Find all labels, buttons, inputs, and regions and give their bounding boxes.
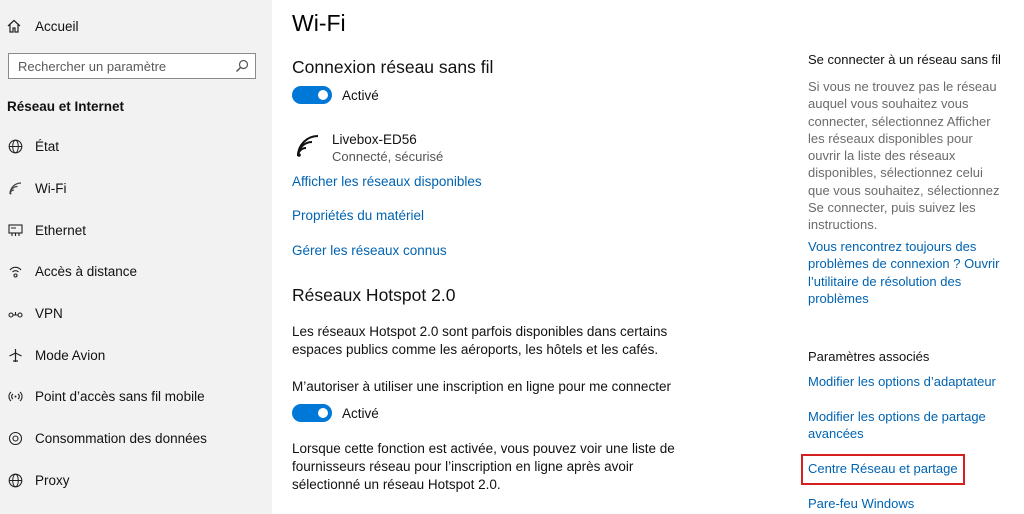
network-name: Livebox-ED56 — [332, 132, 417, 147]
main-content: Wi-Fi Connexion réseau sans fil Activé L… — [292, 0, 772, 514]
sidebar-item-label: Accès à distance — [35, 264, 138, 280]
hotspot-toggle-label: Activé — [342, 405, 379, 421]
hardware-properties-link[interactable]: Propriétés du matériel — [292, 208, 424, 223]
sidebar-item-label: Wi-Fi — [35, 181, 67, 197]
sharing-options-link[interactable]: Modifier les options de partage avancées — [808, 408, 998, 443]
wifi-signal-icon — [295, 128, 325, 164]
hotspot-icon — [7, 389, 23, 405]
home-icon — [7, 19, 21, 33]
sidebar-item-point-acces[interactable]: Point d’accès sans fil mobile — [0, 376, 272, 418]
globe-icon — [7, 139, 23, 155]
hotspot-description: Les réseaux Hotspot 2.0 sont parfois dis… — [292, 324, 668, 357]
home-nav-item[interactable]: Accueil — [7, 16, 79, 36]
sidebar-item-acces-distance[interactable]: Accès à distance — [0, 251, 272, 293]
sidebar-item-vpn[interactable]: VPN — [0, 293, 272, 335]
vpn-icon — [7, 306, 23, 322]
wireless-toggle-row: Activé — [292, 86, 379, 104]
sidebar-item-wifi[interactable]: Wi-Fi — [0, 168, 272, 210]
troubleshoot-link[interactable]: Vous rencontrez toujours des problèmes d… — [808, 238, 1008, 307]
sidebar-item-label: Mode Avion — [35, 347, 106, 363]
search-input[interactable] — [18, 57, 223, 75]
data-usage-icon — [7, 431, 23, 447]
hotspot-toggle[interactable] — [292, 404, 332, 422]
wireless-toggle-label: Activé — [342, 87, 379, 103]
home-label: Accueil — [35, 18, 79, 34]
hotspot-heading: Réseaux Hotspot 2.0 — [292, 285, 456, 305]
windows-firewall-link[interactable]: Pare-feu Windows — [808, 495, 1008, 512]
sidebar-item-ethernet[interactable]: Ethernet — [0, 209, 272, 251]
sidebar-item-etat[interactable]: État — [0, 126, 272, 168]
ethernet-icon — [7, 222, 23, 238]
sidebar-item-mode-avion[interactable]: Mode Avion — [0, 334, 272, 376]
adapter-options-link[interactable]: Modifier les options d’adaptateur — [808, 373, 1008, 390]
wireless-heading: Connexion réseau sans fil — [292, 57, 494, 77]
hotspot-toggle-row: Activé — [292, 404, 379, 422]
network-status: Connecté, sécurisé — [332, 149, 444, 164]
airplane-icon — [7, 347, 23, 363]
sidebar-item-label: Ethernet — [35, 222, 87, 238]
sidebar-nav: État Wi-Fi Ethernet Accès à distance VPN… — [0, 126, 272, 501]
related-settings-title: Paramètres associés — [808, 349, 930, 364]
settings-sidebar: Accueil Réseau et Internet État Wi-Fi Et… — [0, 0, 272, 514]
settings-search-box[interactable] — [8, 53, 256, 79]
connect-help-title: Se connecter à un réseau sans fil — [808, 52, 1001, 67]
sidebar-item-proxy[interactable]: Proxy — [0, 460, 272, 502]
sidebar-item-label: État — [35, 139, 60, 155]
wireless-toggle[interactable] — [292, 86, 332, 104]
connected-network[interactable]: Livebox-ED56 Connecté, sécurisé — [295, 128, 443, 165]
sidebar-item-label: Consommation des données — [35, 431, 207, 447]
page-title: Wi-Fi — [292, 10, 346, 36]
hotspot-note: Lorsque cette fonction est activée, vous… — [292, 441, 675, 492]
connect-help-text: Si vous ne trouvez pas le réseau auquel … — [808, 79, 1000, 233]
dial-up-icon — [7, 264, 23, 280]
manage-known-networks-link[interactable]: Gérer les réseaux connus — [292, 243, 447, 258]
sidebar-item-label: Proxy — [35, 472, 70, 488]
search-icon[interactable] — [235, 59, 249, 73]
sidebar-item-label: VPN — [35, 306, 63, 322]
show-networks-link[interactable]: Afficher les réseaux disponibles — [292, 174, 482, 189]
wifi-icon — [7, 181, 23, 197]
sidebar-item-consommation[interactable]: Consommation des données — [0, 418, 272, 460]
globe-icon — [7, 472, 23, 488]
section-title: Réseau et Internet — [7, 99, 125, 114]
hotspot-option-label: M’autoriser à utiliser une inscription e… — [292, 379, 671, 394]
sidebar-item-label: Point d’accès sans fil mobile — [35, 389, 205, 405]
related-panel: Se connecter à un réseau sans fil Si vou… — [808, 0, 1018, 514]
highlight-box — [801, 454, 965, 485]
